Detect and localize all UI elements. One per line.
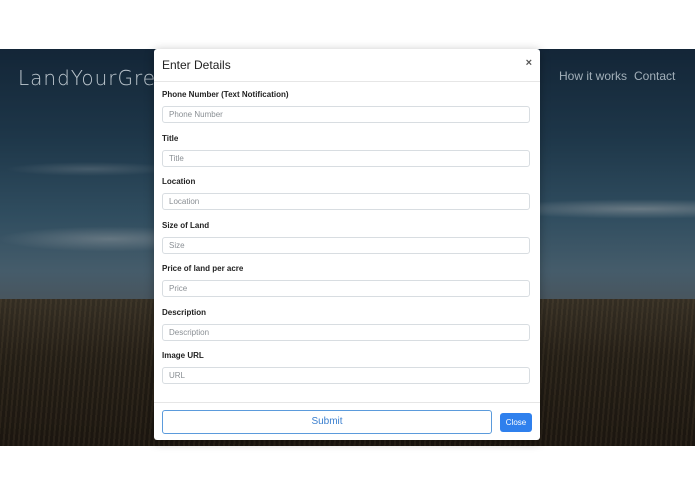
field-description: Description bbox=[162, 300, 532, 344]
price-label: Price of land per acre bbox=[162, 264, 244, 273]
location-input[interactable] bbox=[162, 193, 530, 210]
field-location: Location bbox=[162, 169, 532, 213]
modal-header: Enter Details × bbox=[154, 49, 540, 82]
field-image-url: Image URL bbox=[162, 343, 532, 387]
description-label: Description bbox=[162, 307, 207, 317]
size-input[interactable] bbox=[162, 236, 530, 254]
field-title: Title bbox=[162, 126, 532, 170]
enter-details-modal: Enter Details × Phone Number (Text Notif… bbox=[154, 49, 540, 440]
image-url-input[interactable] bbox=[162, 367, 530, 384]
modal-footer: Submit Close bbox=[154, 402, 540, 441]
price-input[interactable] bbox=[162, 280, 530, 297]
phone-input[interactable] bbox=[162, 106, 530, 123]
title-input[interactable] bbox=[162, 149, 530, 167]
modal-title: Enter Details bbox=[162, 58, 231, 72]
close-button[interactable]: Close bbox=[500, 413, 532, 432]
submit-button[interactable]: Submit bbox=[162, 410, 492, 434]
size-label: Size of Land bbox=[162, 220, 210, 230]
title-label: Title bbox=[162, 133, 179, 143]
description-input[interactable] bbox=[162, 323, 530, 341]
image-url-label: Image URL bbox=[162, 351, 204, 360]
close-icon[interactable]: × bbox=[526, 57, 532, 69]
brand-logo[interactable]: LandYourGree bbox=[18, 66, 169, 90]
nav-how-it-works[interactable]: How it works bbox=[559, 69, 627, 83]
field-price: Price of land per acre bbox=[162, 256, 532, 300]
location-label: Location bbox=[162, 177, 196, 186]
field-phone: Phone Number (Text Notification) bbox=[162, 82, 532, 126]
nav-contact[interactable]: Contact bbox=[634, 69, 675, 83]
modal-body: Phone Number (Text Notification) Title L… bbox=[162, 82, 532, 387]
field-size: Size of Land bbox=[162, 213, 532, 257]
phone-label: Phone Number (Text Notification) bbox=[162, 90, 289, 99]
